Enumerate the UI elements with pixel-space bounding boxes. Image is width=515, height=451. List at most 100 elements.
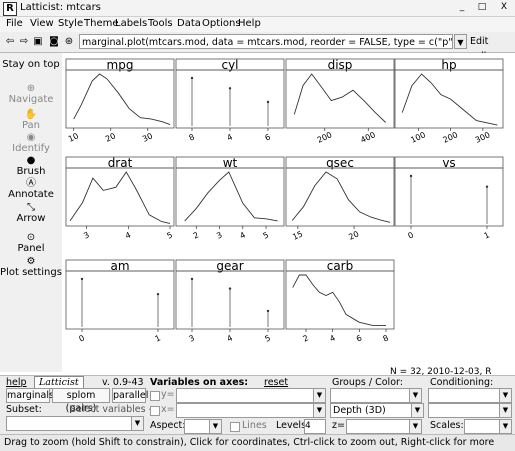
x-tick-label-gear-3: 3 <box>188 333 196 343</box>
x-tick-label-am-1: 1 <box>154 333 162 343</box>
levels-value: 4 <box>305 421 311 431</box>
x-tick-label-mpg: 20 <box>104 131 117 143</box>
aspect-combo[interactable]: ▼ <box>184 419 222 434</box>
menu-bar: File View Style Theme Labels Tools Data … <box>0 17 515 32</box>
call-dropdown-arrow[interactable]: ▼ <box>454 34 467 49</box>
x-tick-label-hp: 100 <box>409 130 427 145</box>
panel-frame-hp <box>394 69 504 129</box>
conditioning-combo-1[interactable]: ▼ <box>428 388 512 403</box>
menu-tools[interactable]: Tools <box>148 18 173 29</box>
navigate-label: Navigate <box>8 94 54 105</box>
x-tick-label-carb: 2 <box>302 333 310 343</box>
menu-file[interactable]: File <box>6 18 23 29</box>
menu-style[interactable]: Style <box>58 18 83 29</box>
depth-combo[interactable]: Depth (3D) ▼ <box>330 403 424 418</box>
save-icon[interactable]: ◙ <box>48 36 60 48</box>
groups-combo[interactable]: ▼ <box>330 388 422 403</box>
forward-icon[interactable]: ⇨ <box>18 36 30 48</box>
status-text: Drag to zoom (hold Shift to constrain), … <box>4 437 495 448</box>
plot-settings-tool[interactable]: ⚙ Plot settings <box>0 256 62 278</box>
title-bar: R Latticist: mtcars _ □ X <box>0 0 515 17</box>
z-variable-combo[interactable]: ▼ <box>346 419 422 434</box>
chevron-down-icon: ▼ <box>409 420 421 433</box>
back-icon[interactable]: ⇦ <box>4 36 16 48</box>
x-tick-label-cyl-4: 4 <box>226 132 234 142</box>
pan-tool[interactable]: ✋ Pan <box>0 109 62 131</box>
tool-sidebar: Stay on top ⊕ Navigate ✋ Pan ◉ Identify … <box>0 53 62 372</box>
menu-view[interactable]: View <box>30 18 54 29</box>
menu-options[interactable]: Options <box>202 18 241 29</box>
refresh-icon[interactable]: ⊛ <box>63 36 75 48</box>
density-curve-mpg <box>73 73 171 126</box>
x-tick-label-wt: 4 <box>238 230 246 240</box>
maximize-button[interactable]: □ <box>472 1 492 14</box>
lines-label: Lines <box>242 420 267 431</box>
stay-on-top-label: Stay on top <box>2 59 60 70</box>
identify-tool[interactable]: ◉ Identify <box>0 132 62 154</box>
x-tick-label-wt: 3 <box>215 230 223 240</box>
annotate-label: Annotate <box>8 189 54 200</box>
spike-point-vs-0 <box>409 174 413 178</box>
spike-point-gear-5 <box>266 309 270 313</box>
chevron-down-icon: ▼ <box>409 389 421 402</box>
variables-heading: Variables on axes: <box>150 377 249 388</box>
x-tick-label-carb: 8 <box>382 333 390 343</box>
x-tick-label-gear-5: 5 <box>264 333 272 343</box>
x-tick-label-drat: 3 <box>82 230 90 240</box>
chevron-down-icon: ▼ <box>131 417 143 430</box>
identify-icon: ◉ <box>26 132 36 143</box>
minimize-button[interactable]: _ <box>452 1 472 14</box>
x-tick-label-vs-1: 1 <box>483 230 491 240</box>
menu-help[interactable]: Help <box>238 18 261 29</box>
parallel-button[interactable]: parallel <box>112 388 148 403</box>
subset-select-hint: Select variables -- <box>70 404 156 415</box>
scales-label: Scales: <box>430 420 464 431</box>
zoom-icon: ⊕ <box>26 83 36 94</box>
lines-checkbox[interactable] <box>230 422 240 432</box>
menu-labels[interactable]: Labels <box>115 18 147 29</box>
reset-link[interactable]: reset <box>264 377 288 388</box>
plot-canvas[interactable]: mpg 10 20 30 cyl 8 4 6 disp 200 400 hp 100 200 300 drat… <box>62 53 515 372</box>
x-tick-label-wt: 2 <box>192 230 200 240</box>
x-tick-label-qsec: 20 <box>347 229 360 241</box>
y-variable-combo[interactable]: ▼ <box>176 388 326 403</box>
brush-label: Brush <box>16 166 46 177</box>
x-tick-label-qsec: 15 <box>291 229 304 241</box>
x-tick-label-disp: 200 <box>316 130 334 145</box>
panel-tool[interactable]: ⊙ Panel <box>0 232 62 254</box>
levels-spinner[interactable]: 4 <box>304 419 326 434</box>
stay-on-top-toggle[interactable]: Stay on top <box>0 59 62 70</box>
brush-tool[interactable]: ● Brush <box>0 155 62 177</box>
x-label: x= <box>161 404 175 415</box>
chevron-down-icon: ▼ <box>499 420 511 433</box>
x-variable-combo[interactable]: ▼ <box>176 403 326 418</box>
menu-theme[interactable]: Theme <box>84 18 119 29</box>
call-input[interactable]: marginal.plot(mtcars.mod, data = mtcars.… <box>79 34 453 49</box>
close-button[interactable]: X <box>494 1 514 14</box>
arrow-icon: ⤡ <box>27 202 35 213</box>
menu-data[interactable]: Data <box>177 18 201 29</box>
panel-icon: ⊙ <box>26 232 36 243</box>
subset-combo[interactable]: ▼ <box>6 416 144 431</box>
groups-label: Groups / Color: <box>332 377 403 388</box>
navigate-tool[interactable]: ⊕ Navigate <box>0 83 62 105</box>
splom-button[interactable]: splom (pairs) <box>52 388 110 414</box>
scales-combo[interactable]: ▼ <box>464 419 512 434</box>
annotate-tool[interactable]: Ⓐ Annotate <box>0 178 62 200</box>
panel-frame-disp <box>285 69 395 129</box>
marginals-button[interactable]: marginals <box>6 388 54 403</box>
edit-call-button[interactable]: Edit call... <box>470 34 514 62</box>
y-checkbox[interactable] <box>150 391 160 401</box>
spike-point-vs-1 <box>485 185 489 188</box>
conditioning-combo-2[interactable]: ▼ <box>428 403 512 418</box>
x-checkbox[interactable] <box>150 406 160 416</box>
spike-point-cyl-6 <box>266 100 270 104</box>
arrow-tool[interactable]: ⤡ Arrow <box>0 202 62 224</box>
spike-point-am-1 <box>156 292 160 296</box>
picture-icon[interactable]: ▣ <box>32 36 44 48</box>
help-link[interactable]: help <box>6 377 27 388</box>
x-tick-label-wt: 5 <box>262 230 270 240</box>
x-tick-label-disp: 400 <box>359 130 377 145</box>
spike-point-gear-4 <box>228 287 232 290</box>
x-tick-label-mpg: 10 <box>67 131 80 143</box>
